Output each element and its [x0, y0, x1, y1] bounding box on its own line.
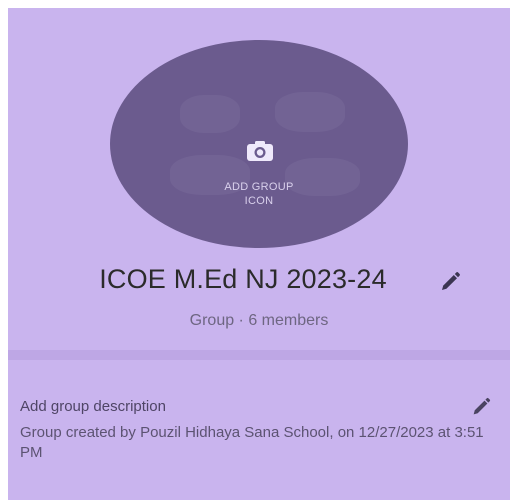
- group-header-panel: ADD GROUP ICON ICOE M.Ed NJ 2023-24 Grou…: [8, 8, 510, 348]
- blurred-avatar-shape: [180, 95, 240, 133]
- add-group-icon-button[interactable]: ADD GROUP ICON: [110, 40, 408, 248]
- group-created-info: Group created by Pouzil Hidhaya Sana Sch…: [20, 424, 484, 461]
- add-group-description-link[interactable]: Add group description: [20, 398, 166, 415]
- description-panel: Add group description Group created by P…: [8, 360, 510, 500]
- camera-icon: [247, 141, 273, 161]
- blurred-avatar-shape: [275, 92, 345, 132]
- edit-description-pencil-icon[interactable]: [470, 396, 492, 418]
- group-info-screen: ADD GROUP ICON ICOE M.Ed NJ 2023-24 Grou…: [8, 8, 510, 500]
- group-name: ICOE M.Ed NJ 2023-24: [99, 264, 387, 294]
- add-group-icon-label-line2: ICON: [244, 195, 274, 207]
- add-group-icon-label: ADD GROUP ICON: [110, 180, 408, 208]
- edit-group-name-pencil-icon[interactable]: [438, 270, 462, 294]
- group-member-count: Group · 6 members: [189, 312, 329, 329]
- section-divider: [8, 350, 510, 360]
- add-group-icon-label-line1: ADD GROUP: [224, 181, 294, 193]
